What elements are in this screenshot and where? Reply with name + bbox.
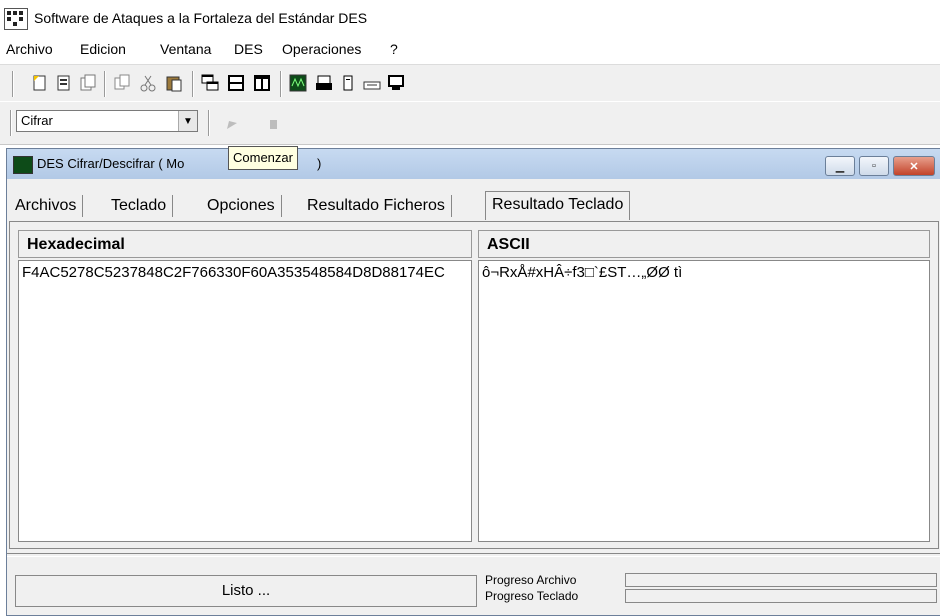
mode-select[interactable]: Cifrar ▼ (16, 110, 198, 132)
copy-icon[interactable] (110, 71, 134, 95)
monitor-icon[interactable] (384, 71, 408, 95)
menu-ventana[interactable]: Ventana (160, 41, 211, 57)
copy-doc-icon[interactable] (76, 71, 100, 95)
des-window-icon[interactable] (286, 71, 310, 95)
main-toolbar (0, 64, 940, 101)
progress-keyboard-label: Progreso Teclado (485, 589, 579, 603)
tab-panel: Hexadecimal ASCII F4AC5278C5237848C2F766… (9, 221, 939, 549)
printer-icon[interactable] (312, 71, 336, 95)
tooltip: Comenzar (228, 146, 298, 170)
tab-resultado-teclado[interactable]: Resultado Teclado (485, 191, 631, 220)
tab-teclado[interactable]: Teclado (105, 195, 174, 217)
progress-keyboard-bar (625, 589, 937, 603)
maximize-button[interactable]: ▫ (859, 156, 889, 176)
tab-opciones[interactable]: Opciones (201, 195, 282, 217)
progress-file-label: Progreso Archivo (485, 573, 577, 587)
app-icon (4, 8, 28, 30)
cascade-icon[interactable] (198, 71, 222, 95)
tile-vertical-icon[interactable] (250, 71, 274, 95)
tab-strip: Archivos Teclado Opciones Resultado Fich… (7, 191, 940, 220)
hex-output-field[interactable]: F4AC5278C5237848C2F766330F60A353548584D8… (18, 260, 472, 542)
tab-archivos[interactable]: Archivos (9, 195, 84, 217)
des-window-icon (13, 156, 33, 174)
chevron-down-icon[interactable]: ▼ (178, 111, 197, 131)
play-icon[interactable] (220, 112, 244, 136)
child-window-title-tail: ) (317, 156, 322, 171)
child-window-title: DES Cifrar/Descifrar ( Mo (37, 156, 185, 171)
ascii-header: ASCII (478, 230, 930, 258)
paste-icon[interactable] (162, 71, 186, 95)
close-button[interactable]: ✕ (893, 156, 935, 176)
cut-icon[interactable] (136, 71, 160, 95)
menu-operaciones[interactable]: Operaciones (282, 41, 361, 57)
progress-file-bar (625, 573, 937, 587)
tower-icon[interactable] (336, 71, 360, 95)
app-title-bar: Software de Ataques a la Fortaleza del E… (0, 0, 940, 38)
status-divider (7, 553, 940, 557)
minimize-button[interactable]: ▁ (825, 156, 855, 176)
tile-horizontal-icon[interactable] (224, 71, 248, 95)
child-window-title-bar: DES Cifrar/Descifrar ( Mo ) ▁ ▫ ✕ (7, 149, 940, 179)
keyboard-icon[interactable] (360, 71, 384, 95)
app-title: Software de Ataques a la Fortaleza del E… (34, 10, 368, 26)
open-doc-icon[interactable] (52, 71, 76, 95)
status-text: Listo ... (15, 575, 477, 607)
menu-help[interactable]: ? (390, 41, 398, 57)
ascii-output-field[interactable]: ô¬RxÅ#xHÂ÷f3□`£ST…„ØØ tì (478, 260, 930, 542)
menu-archivo[interactable]: Archivo (6, 41, 53, 57)
menu-des[interactable]: DES (234, 41, 263, 57)
des-child-window: DES Cifrar/Descifrar ( Mo ) ▁ ▫ ✕ Archiv… (6, 148, 940, 616)
status-bar: Listo ... Progreso Archivo Progreso Tecl… (7, 563, 940, 613)
menu-edicion[interactable]: Edicion (80, 41, 126, 57)
hex-header: Hexadecimal (18, 230, 472, 258)
tab-resultado-ficheros[interactable]: Resultado Ficheros (301, 195, 452, 217)
new-doc-icon[interactable] (28, 71, 52, 95)
mode-select-value: Cifrar (21, 113, 53, 128)
menu-bar: Archivo Edicion Ventana DES Operaciones … (0, 38, 940, 62)
stop-icon[interactable] (262, 112, 286, 136)
